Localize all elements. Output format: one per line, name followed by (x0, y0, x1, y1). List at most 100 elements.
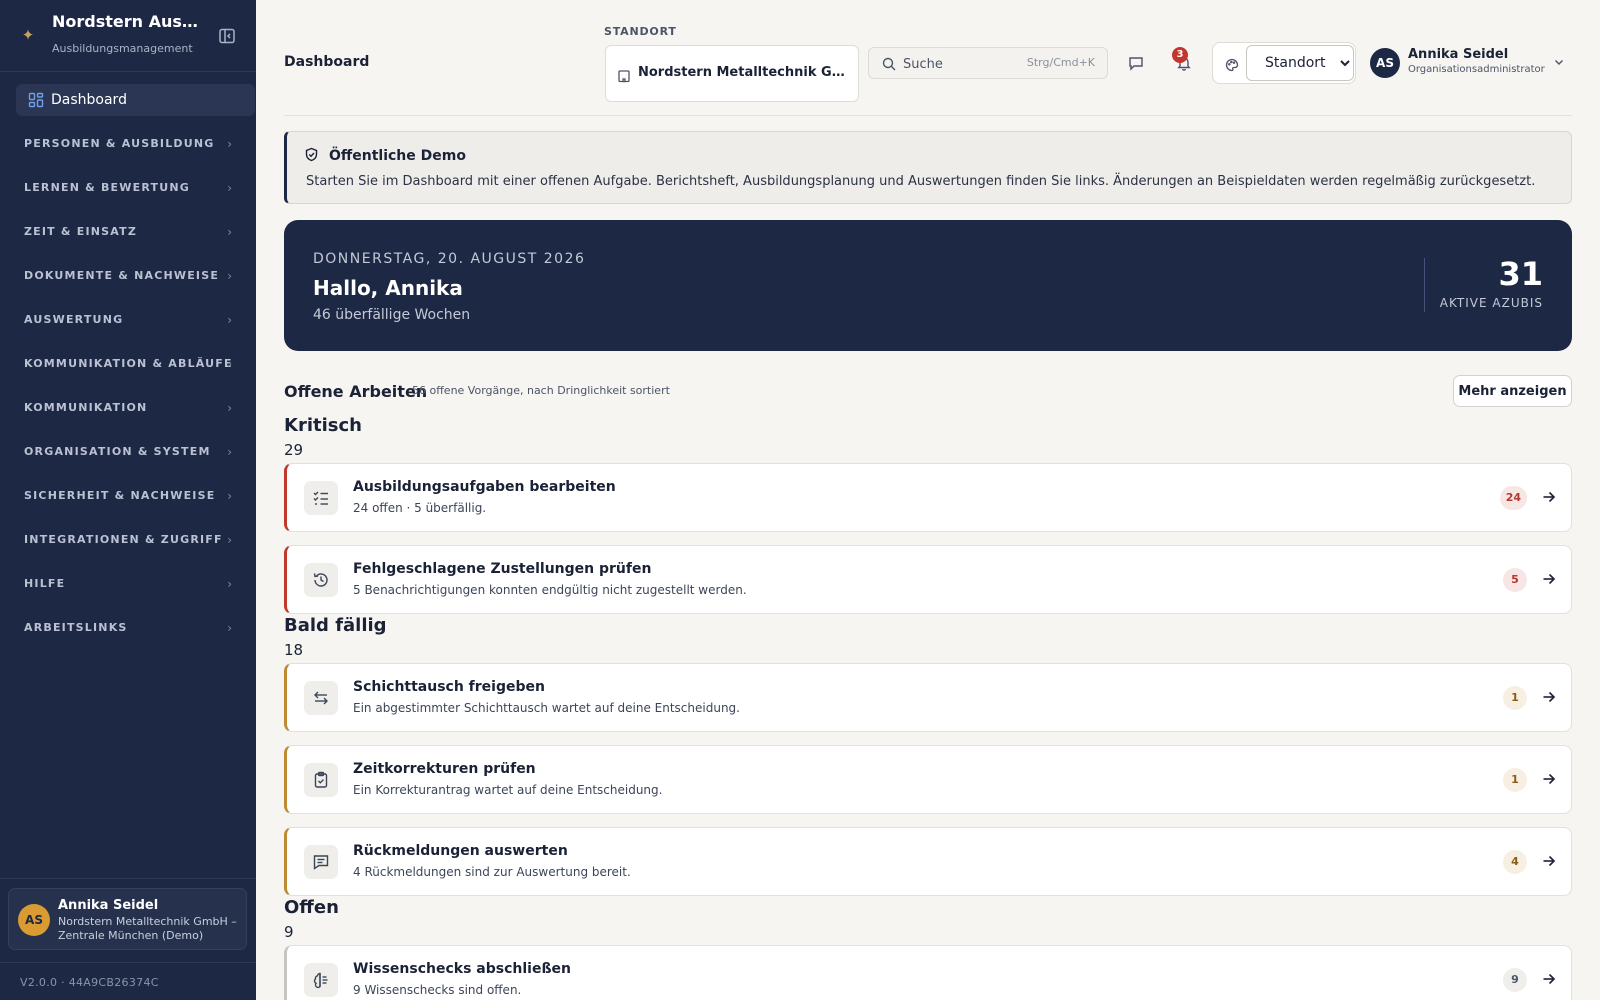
sidebar-user-card[interactable]: AS Annika Seidel Nordstern Metalltechnik… (8, 888, 247, 950)
sidebar-group-lernen-bewertung[interactable]: LERNEN & BEWERTUNG › (16, 174, 238, 202)
sidebar-group-kommunikation-ablaeufe[interactable]: KOMMUNIKATION & ABLÄUFE › (16, 350, 238, 378)
demo-banner-title: Öffentliche Demo (329, 148, 466, 164)
chevron-right-icon: › (227, 313, 232, 327)
sidebar-group-hilfe[interactable]: HILFE › (16, 570, 238, 598)
task-card[interactable]: Zeitkorrekturen prüfen Ein Korrekturantr… (284, 745, 1572, 814)
sidebar-group-label: ARBEITSLINKS (24, 621, 128, 634)
sidebar-group-label: SICHERHEIT & NACHWEISE (24, 489, 216, 502)
arrow-right-icon[interactable] (1541, 971, 1557, 987)
standort-selector[interactable]: Nordstern Metalltechnik GmbH – Zentrale … (605, 45, 859, 102)
brain-icon (304, 963, 338, 997)
group-count-due-soon: 18 (284, 641, 304, 659)
brand-title[interactable]: Nordstern Ausbil... (52, 12, 202, 31)
sidebar-group-personen-ausbildung[interactable]: PERSONEN & AUSBILDUNG › (16, 130, 238, 158)
chevron-right-icon: › (227, 181, 232, 195)
group-title-open: Offen (284, 897, 339, 918)
sidebar-group-zeit-einsatz[interactable]: ZEIT & EINSATZ › (16, 218, 238, 246)
sidebar-group-dokumente-nachweise[interactable]: DOKUMENTE & NACHWEISE › (16, 262, 238, 290)
checklist-icon (304, 481, 338, 515)
shield-check-icon (304, 147, 319, 162)
overdue-weeks: 46 überfällige Wochen (313, 307, 471, 323)
standort-value: Nordstern Metalltechnik GmbH – Zentrale … (638, 65, 848, 80)
sidebar-brand: ✦ Nordstern Ausbil... Ausbildungsmanagem… (0, 0, 256, 72)
task-card[interactable]: Fehlgeschlagene Zustellungen prüfen 5 Be… (284, 545, 1572, 614)
sidebar-collapse-icon[interactable] (218, 27, 236, 45)
group-count-critical: 29 (284, 441, 304, 459)
arrow-right-icon[interactable] (1541, 689, 1557, 705)
task-description: Ein abgestimmter Schichttausch wartet au… (353, 701, 740, 715)
sidebar-group-sicherheit-nachweise[interactable]: SICHERHEIT & NACHWEISE › (16, 482, 238, 510)
demo-banner: Öffentliche Demo Starten Sie im Dashboar… (284, 131, 1572, 204)
sidebar-group-integrationen-zugriff[interactable]: INTEGRATIONEN & ZUGRIFF › (16, 526, 238, 554)
task-card[interactable]: Schichttausch freigeben Ein abgestimmter… (284, 663, 1572, 732)
show-more-button[interactable]: Mehr anzeigen (1453, 375, 1572, 407)
clipboard-check-icon (304, 763, 338, 797)
chevron-right-icon: › (227, 357, 232, 371)
search-input[interactable] (903, 54, 1013, 74)
sparkle-logo-icon: ✦ (21, 26, 35, 44)
palette-icon (1225, 57, 1239, 72)
theme-select[interactable]: Standort (1246, 45, 1354, 81)
sidebar-group-label: KOMMUNIKATION & ABLÄUFE (24, 357, 233, 370)
divider (0, 878, 256, 879)
task-description: 5 Benachrichtigungen konnten endgültig n… (353, 583, 747, 597)
task-title: Rückmeldungen auswerten (353, 843, 568, 859)
sidebar-item-label: Dashboard (51, 92, 127, 108)
task-card[interactable]: Wissenschecks abschließen 9 Wissenscheck… (284, 945, 1572, 1000)
greeting: Hallo, Annika (313, 276, 463, 300)
theme-switcher: Standort (1212, 42, 1356, 84)
task-card[interactable]: Ausbildungsaufgaben bearbeiten 24 offen … (284, 463, 1572, 532)
user-menu[interactable]: AS Annika Seidel Organisationsadministra… (1370, 47, 1570, 80)
task-description: 4 Rückmeldungen sind zur Auswertung bere… (353, 865, 631, 879)
messages-button[interactable] (1122, 49, 1150, 77)
sidebar-group-organisation-system[interactable]: ORGANISATION & SYSTEM › (16, 438, 238, 466)
avatar: AS (1370, 48, 1400, 78)
divider (1424, 258, 1425, 312)
sidebar-group-label: INTEGRATIONEN & ZUGRIFF (24, 533, 223, 546)
group-count-open: 9 (284, 923, 294, 941)
arrow-right-icon[interactable] (1541, 489, 1557, 505)
task-title: Schichttausch freigeben (353, 679, 545, 695)
chevron-right-icon: › (227, 621, 232, 635)
user-role: Organisationsadministrator (1408, 64, 1545, 75)
task-count-badge: 1 (1503, 768, 1527, 792)
sidebar-group-label: HILFE (24, 577, 66, 590)
arrow-right-icon[interactable] (1541, 571, 1557, 587)
task-title: Fehlgeschlagene Zustellungen prüfen (353, 561, 652, 577)
sidebar-group-arbeitslinks[interactable]: ARBEITSLINKS › (16, 614, 238, 642)
task-count-badge: 4 (1503, 850, 1527, 874)
user-name: Annika Seidel (58, 898, 159, 913)
building-icon (617, 68, 631, 83)
active-trainees-label: AKTIVE AZUBIS (1439, 296, 1543, 310)
sidebar-group-label: LERNEN & BEWERTUNG (24, 181, 190, 194)
group-title-due-soon: Bald fällig (284, 615, 387, 636)
task-count-badge: 5 (1503, 568, 1527, 592)
task-title: Wissenschecks abschließen (353, 961, 571, 977)
user-name: Annika Seidel (1408, 47, 1509, 62)
sidebar-group-auswertung[interactable]: AUSWERTUNG › (16, 306, 238, 334)
search-box[interactable]: Strg/Cmd+K (868, 47, 1108, 79)
divider (284, 115, 1572, 116)
chevron-right-icon: › (227, 269, 232, 283)
task-title: Zeitkorrekturen prüfen (353, 761, 536, 777)
swap-icon (304, 681, 338, 715)
chevron-right-icon: › (227, 445, 232, 459)
chevron-right-icon: › (227, 401, 232, 415)
demo-banner-text: Starten Sie im Dashboard mit einer offen… (306, 174, 1536, 189)
message-icon (304, 845, 338, 879)
app-version: V2.0.0 · 44A9CB26374C (20, 976, 159, 989)
sidebar-item-dashboard[interactable]: Dashboard (16, 84, 255, 116)
task-description: 24 offen · 5 überfällig. (353, 501, 487, 515)
dashboard-grid-icon (28, 92, 44, 108)
arrow-right-icon[interactable] (1541, 853, 1557, 869)
task-card[interactable]: Rückmeldungen auswerten 4 Rückmeldungen … (284, 827, 1572, 896)
divider (0, 962, 256, 963)
sidebar-group-kommunikation[interactable]: KOMMUNIKATION › (16, 394, 238, 422)
arrow-right-icon[interactable] (1541, 771, 1557, 787)
chat-icon (1129, 57, 1143, 71)
sidebar-group-label: ORGANISATION & SYSTEM (24, 445, 211, 458)
sidebar-group-label: ZEIT & EINSATZ (24, 225, 138, 238)
chevron-right-icon: › (227, 489, 232, 503)
avatar: AS (18, 904, 50, 936)
chevron-down-icon (1552, 54, 1566, 68)
